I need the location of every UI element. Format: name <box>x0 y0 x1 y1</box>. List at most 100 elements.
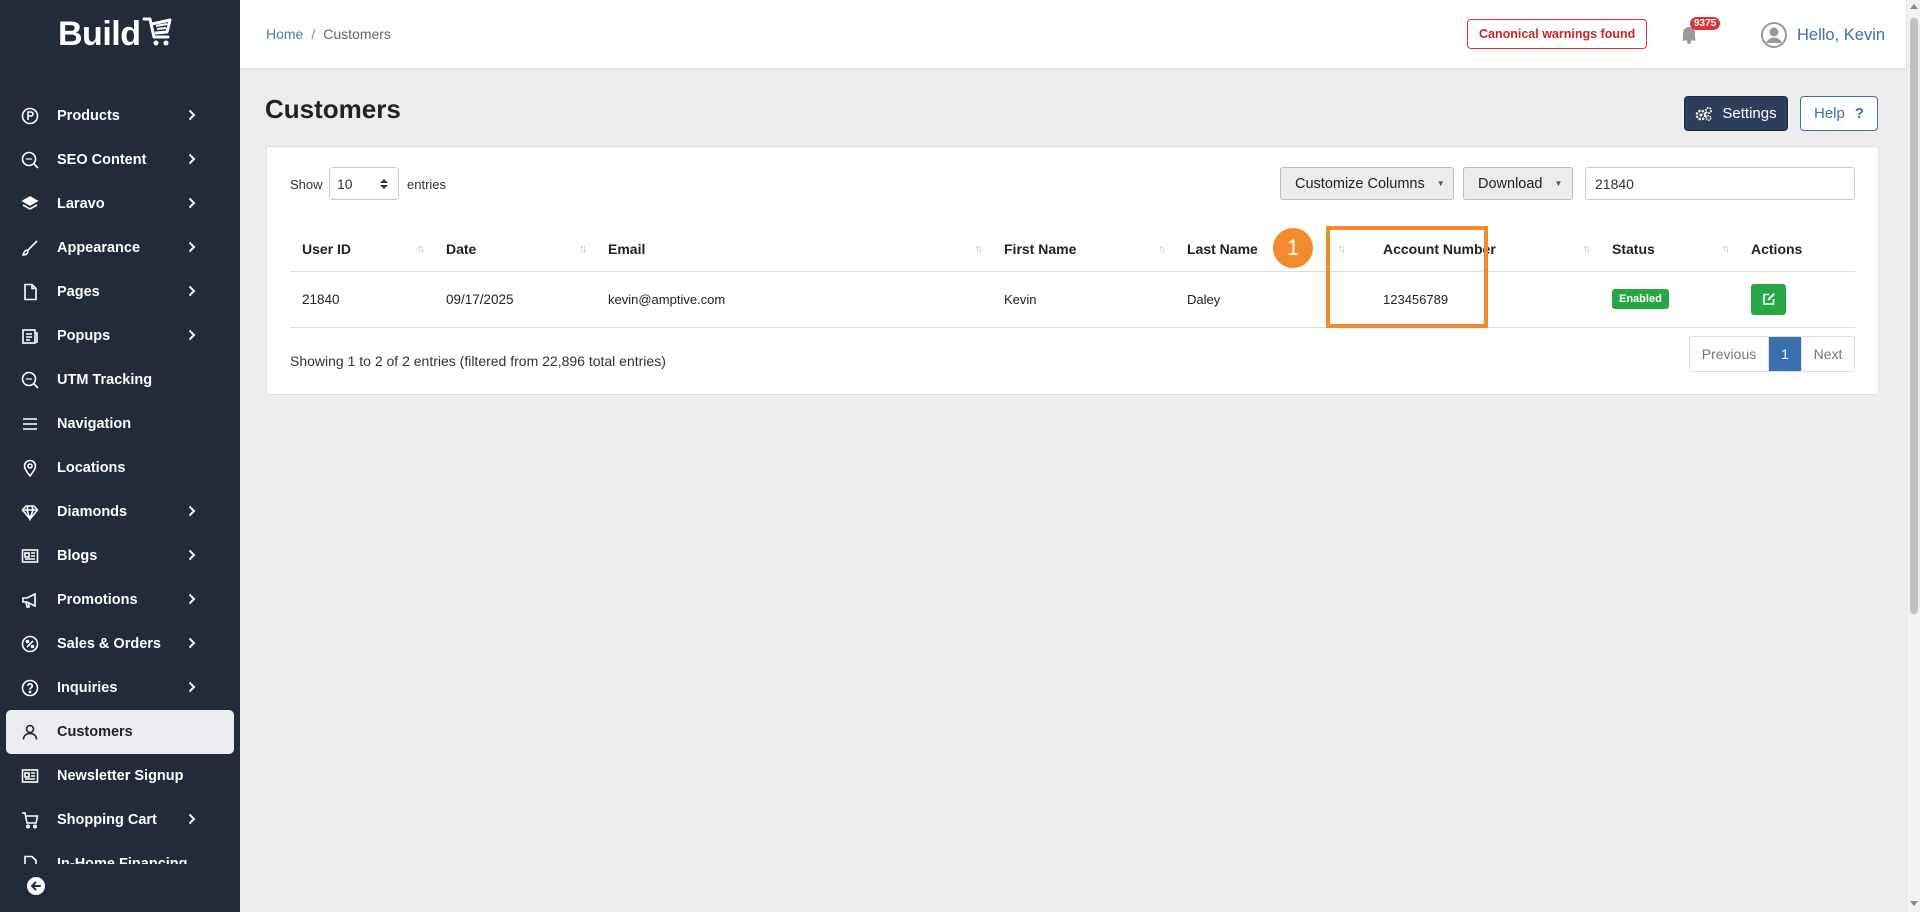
edit-button[interactable] <box>1751 283 1786 315</box>
brand-logo[interactable]: Build <box>58 14 172 54</box>
column-header-email[interactable]: Email ↑↓ <box>596 227 992 272</box>
newspaper-icon <box>20 546 40 566</box>
sidebar-item-label: In-Home Financing <box>57 856 188 864</box>
sort-icon: ↑↓ <box>579 243 587 255</box>
brush-icon <box>20 238 40 258</box>
file-icon <box>20 282 40 302</box>
sidebar-item-label: Shopping Cart <box>57 812 157 828</box>
layers-icon <box>20 194 40 214</box>
column-header-actions: Actions <box>1739 227 1855 272</box>
question-icon <box>20 678 40 698</box>
highlight-box <box>1326 226 1488 328</box>
user-greeting: Hello, Kevin <box>1797 25 1886 44</box>
user-icon <box>20 722 40 742</box>
sidebar-item-newsletter-signup[interactable]: Newsletter Signup <box>0 754 240 798</box>
sort-icon: ↑↓ <box>417 243 425 255</box>
newspaper-icon <box>20 766 40 786</box>
megaphone-icon <box>20 590 40 610</box>
pagination-next[interactable]: Next <box>1802 337 1854 371</box>
sidebar-item-in-home-financing[interactable]: In-Home Financing <box>0 842 240 864</box>
sidebar-item-label: Products <box>57 108 120 124</box>
breadcrumb-separator: / <box>311 26 316 42</box>
caret-down-icon: ▼ <box>1436 179 1445 188</box>
sidebar-item-locations[interactable]: Locations <box>0 446 240 490</box>
sidebar-item-seo-content[interactable]: SEO Content <box>0 138 240 182</box>
cell-status: Enabled <box>1600 271 1739 328</box>
help-button[interactable]: Help ? <box>1800 96 1878 131</box>
edit-icon <box>1762 293 1775 305</box>
cell-user-id: 21840 <box>290 271 434 328</box>
user-menu[interactable]: Hello, Kevin <box>1761 22 1885 48</box>
sidebar-item-pages[interactable]: Pages <box>0 270 240 314</box>
select-arrows-icon <box>380 179 388 189</box>
customize-columns-button[interactable]: Customize Columns ▼ <box>1280 167 1454 200</box>
sidebar-item-sales-orders[interactable]: Sales & Orders <box>0 622 240 666</box>
help-label: Help <box>1813 105 1845 122</box>
sidebar-item-diamonds[interactable]: Diamonds <box>0 490 240 534</box>
cart-logo-icon <box>142 17 172 46</box>
column-header-status[interactable]: Status ↑↓ <box>1600 227 1739 272</box>
cell-actions <box>1739 271 1855 328</box>
chevron-right-icon <box>188 329 196 341</box>
sidebar-item-blogs[interactable]: Blogs <box>0 534 240 578</box>
step-number-badge: 1 <box>1273 228 1313 268</box>
sort-icon: ↑↓ <box>1722 243 1730 255</box>
table-search-input[interactable] <box>1585 167 1855 200</box>
pagination-page-1[interactable]: 1 <box>1769 337 1802 371</box>
pagination-previous[interactable]: Previous <box>1690 337 1769 371</box>
settings-button[interactable]: Settings <box>1684 96 1788 131</box>
table-info: Showing 1 to 2 of 2 entries (filtered fr… <box>290 353 666 369</box>
seo-icon <box>20 370 40 390</box>
scroll-thumb[interactable] <box>1910 18 1918 614</box>
sidebar-item-label: Locations <box>57 460 126 476</box>
sidebar-item-label: Navigation <box>57 416 132 432</box>
settings-label: Settings <box>1722 105 1777 122</box>
logo-text: Build <box>58 14 141 53</box>
sidebar-item-label: Diamonds <box>57 504 128 520</box>
page-length-select[interactable]: 10 <box>329 167 399 200</box>
table-row: 21840 09/17/2025 kevin@amptive.com Kevin… <box>290 271 1855 328</box>
status-badge: Enabled <box>1612 289 1669 309</box>
sidebar-item-label: Appearance <box>57 240 141 256</box>
breadcrumb-current: Customers <box>323 26 391 42</box>
scroll-up-arrow-icon[interactable] <box>1910 4 1918 9</box>
caret-down-icon: ▼ <box>1554 179 1563 188</box>
sort-icon: ↑↓ <box>1158 243 1166 255</box>
sidebar-item-utm-tracking[interactable]: UTM Tracking <box>0 358 240 402</box>
sidebar-item-inquiries[interactable]: Inquiries <box>0 666 240 710</box>
page-scrollbar[interactable] <box>1906 0 1920 912</box>
table-header-row: User ID ↑↓ Date ↑↓ Email ↑↓ First Name ↑↓ La… <box>290 227 1855 272</box>
sidebar-item-label: Newsletter Signup <box>57 768 184 784</box>
sort-icon: ↑↓ <box>975 243 983 255</box>
seo-icon <box>20 150 40 170</box>
sidebar-item-popups[interactable]: Popups <box>0 314 240 358</box>
column-header-date[interactable]: Date ↑↓ <box>434 227 596 272</box>
customers-table: User ID ↑↓ Date ↑↓ Email ↑↓ First Name ↑↓ La… <box>290 227 1855 328</box>
sidebar-item-appearance[interactable]: Appearance <box>0 226 240 270</box>
sidebar-item-label: Sales & Orders <box>57 636 161 652</box>
chevron-right-icon <box>188 241 196 253</box>
diamond-icon <box>20 502 40 522</box>
sidebar-item-promotions[interactable]: Promotions <box>0 578 240 622</box>
scroll-down-arrow-icon[interactable] <box>1910 901 1918 906</box>
breadcrumb-home-link[interactable]: Home <box>266 26 303 42</box>
sidebar-item-label: SEO Content <box>57 152 147 168</box>
sidebar-item-products[interactable]: Products <box>0 94 240 138</box>
entries-label: entries <box>407 177 447 192</box>
column-header-user-id[interactable]: User ID ↑↓ <box>290 227 434 272</box>
menu-icon <box>20 414 40 434</box>
download-label: Download <box>1478 175 1543 192</box>
sidebar-item-customers[interactable]: Customers <box>6 710 234 754</box>
cell-first-name: Kevin <box>992 271 1175 328</box>
collapse-sidebar-icon[interactable] <box>26 876 46 896</box>
chevron-right-icon <box>188 681 196 693</box>
sidebar-item-laravo[interactable]: Laravo <box>0 182 240 226</box>
sidebar-item-label: Popups <box>57 328 111 344</box>
download-button[interactable]: Download ▼ <box>1463 167 1573 200</box>
canonical-warnings-button[interactable]: Canonical warnings found <box>1467 19 1648 49</box>
sidebar-item-label: Inquiries <box>57 680 118 696</box>
page-length-value: 10 <box>337 175 353 192</box>
sidebar-item-shopping-cart[interactable]: Shopping Cart <box>0 798 240 842</box>
sidebar-item-navigation[interactable]: Navigation <box>0 402 240 446</box>
column-header-first-name[interactable]: First Name ↑↓ <box>992 227 1175 272</box>
